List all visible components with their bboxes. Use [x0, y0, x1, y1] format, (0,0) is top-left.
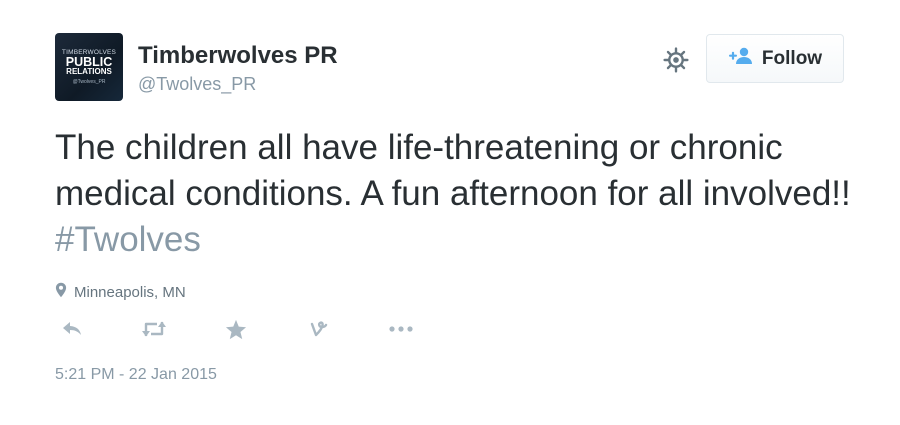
- more-icon[interactable]: [386, 314, 416, 344]
- user-handle[interactable]: @Twolves_PR: [138, 74, 256, 95]
- retweet-icon[interactable]: [139, 314, 169, 344]
- reply-icon[interactable]: [57, 314, 87, 344]
- location-pin-icon: [55, 282, 67, 302]
- avatar[interactable]: TIMBERWOLVES PUBLIC RELATIONS @Twolves_P…: [55, 33, 123, 101]
- tweet-text: The children all have life-threatening o…: [55, 125, 855, 263]
- add-user-icon: [728, 46, 754, 72]
- avatar-line-3: RELATIONS: [66, 66, 112, 76]
- follow-button-label: Follow: [761, 47, 823, 69]
- vine-icon[interactable]: [304, 314, 334, 344]
- tweet-body: The children all have life-threatening o…: [55, 128, 851, 213]
- avatar-line-2: PUBLIC: [65, 54, 113, 69]
- location[interactable]: Minneapolis, MN: [55, 282, 186, 302]
- avatar-line-4: @Twolves_PR: [72, 78, 106, 85]
- hashtag-link[interactable]: #Twolves: [55, 220, 201, 259]
- tweet-actions: [57, 314, 416, 344]
- location-text: Minneapolis, MN: [74, 283, 186, 301]
- follow-button[interactable]: Follow: [706, 34, 844, 83]
- display-name[interactable]: Timberwolves PR: [138, 42, 338, 70]
- star-icon[interactable]: [221, 314, 251, 344]
- gear-icon[interactable]: [660, 44, 692, 76]
- tweet-timestamp[interactable]: 5:21 PM - 22 Jan 2015: [55, 366, 217, 384]
